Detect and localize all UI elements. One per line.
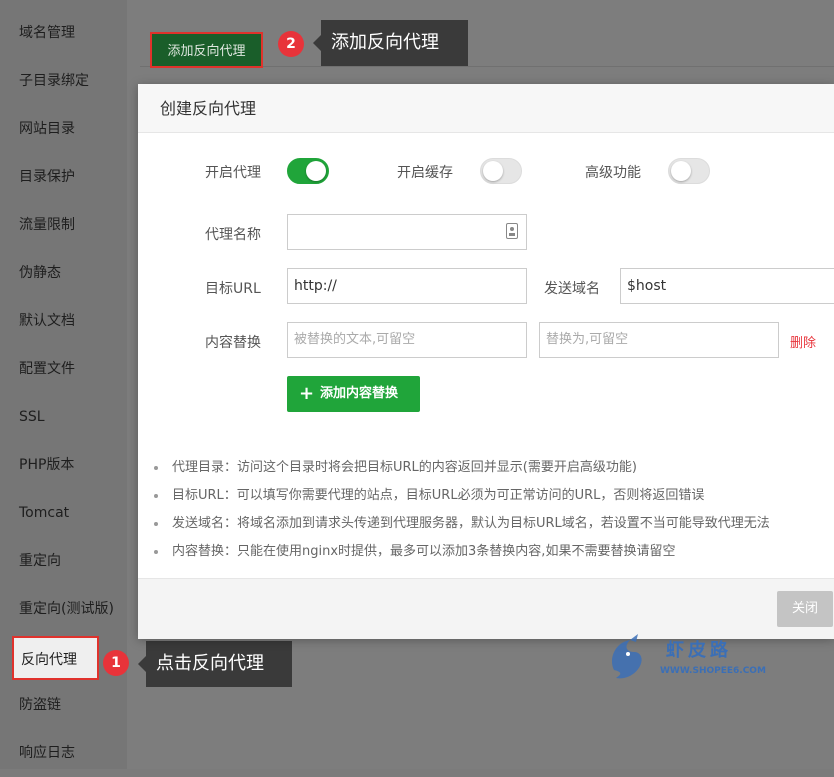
- sidebar-item-subdir[interactable]: 子目录绑定: [0, 57, 127, 105]
- step-1-tooltip: 点击反向代理: [138, 641, 292, 687]
- advanced-toggle[interactable]: [668, 158, 710, 184]
- add-content-replace-button[interactable]: + 添加内容替换: [287, 376, 420, 412]
- note-text: 代理目录：访问这个目录时将会把目标URL的内容返回并显示(需要开启高级功能): [172, 460, 637, 475]
- plus-icon: +: [299, 383, 315, 404]
- step-2-tooltip: 添加反向代理: [313, 20, 468, 66]
- sidebar-item-redirect-beta[interactable]: 重定向(测试版): [0, 585, 127, 633]
- enable-proxy-label: 开启代理: [205, 165, 261, 181]
- target-url-label: 目标URL: [205, 281, 261, 297]
- target-url-input[interactable]: http://: [287, 268, 527, 304]
- close-button[interactable]: 关闭: [777, 591, 833, 627]
- proxy-name-input[interactable]: [287, 214, 527, 250]
- toggle-knob: [306, 161, 326, 181]
- bullet-icon: [154, 493, 158, 498]
- id-card-icon: [506, 223, 518, 239]
- enable-proxy-toggle[interactable]: [287, 158, 329, 184]
- dialog-title: 创建反向代理: [160, 99, 257, 118]
- watermark-name: 虾皮路: [666, 640, 732, 661]
- sidebar-item-reverse-proxy[interactable]: 反向代理: [12, 636, 99, 680]
- send-domain-input[interactable]: $host: [620, 268, 834, 304]
- note-item: 发送域名：将域名添加到请求头传递到代理服务器，默认为目标URL域名，若设置不当可…: [154, 510, 770, 538]
- add-content-replace-label: 添加内容替换: [320, 386, 399, 401]
- sidebar-item-ssl[interactable]: SSL: [0, 393, 127, 441]
- sidebar-item-php-version[interactable]: PHP版本: [0, 441, 127, 489]
- bullet-icon: [154, 549, 158, 554]
- toggle-knob: [671, 161, 691, 181]
- bullet-icon: [154, 521, 158, 526]
- toggle-knob: [483, 161, 503, 181]
- note-text: 目标URL：可以填写你需要代理的站点，目标URL必须为可正常访问的URL，否则将…: [172, 488, 705, 503]
- note-item: 内容替换：只能在使用nginx时提供，最多可以添加3条替换内容,如果不需要替换请…: [154, 538, 675, 566]
- replace-from-input[interactable]: 被替换的文本,可留空: [287, 322, 527, 358]
- note-text: 发送域名：将域名添加到请求头传递到代理服务器，默认为目标URL域名，若设置不当可…: [172, 516, 770, 531]
- delete-replace-link[interactable]: 删除: [790, 332, 816, 351]
- sidebar-item-redirect[interactable]: 重定向: [0, 537, 127, 585]
- sidebar-item-domain[interactable]: 域名管理: [0, 9, 127, 57]
- sidebar-item-tomcat[interactable]: Tomcat: [0, 489, 127, 537]
- watermark-url: WWW.SHOPEE6.COM: [660, 666, 766, 676]
- sidebar-item-rewrite[interactable]: 伪静态: [0, 249, 127, 297]
- step-1-badge: 1: [103, 650, 129, 676]
- enable-cache-label: 开启缓存: [397, 165, 453, 181]
- sidebar-item-config-file[interactable]: 配置文件: [0, 345, 127, 393]
- step-2-badge: 2: [278, 31, 304, 57]
- replace-to-input[interactable]: 替换为,可留空: [539, 322, 779, 358]
- enable-cache-toggle[interactable]: [480, 158, 522, 184]
- bullet-icon: [154, 465, 158, 470]
- dialog-header: 创建反向代理: [138, 84, 834, 133]
- sidebar-item-traffic-limit[interactable]: 流量限制: [0, 201, 127, 249]
- sidebar-item-site-dir[interactable]: 网站目录: [0, 105, 127, 153]
- add-reverse-proxy-button[interactable]: 添加反向代理: [150, 32, 263, 68]
- shopee6-watermark: 虾皮路 WWW.SHOPEE6.COM: [604, 630, 766, 690]
- note-item: 代理目录：访问这个目录时将会把目标URL的内容返回并显示(需要开启高级功能): [154, 454, 637, 482]
- sidebar-item-default-doc[interactable]: 默认文档: [0, 297, 127, 345]
- sidebar-item-response-log[interactable]: 响应日志: [0, 729, 127, 777]
- create-reverse-proxy-dialog: 创建反向代理 开启代理 开启缓存 高级功能 代理名称 目标URL http://…: [138, 84, 834, 639]
- advanced-label: 高级功能: [585, 165, 641, 181]
- proxy-name-label: 代理名称: [205, 227, 261, 243]
- content-replace-label: 内容替换: [205, 335, 261, 351]
- note-text: 内容替换：只能在使用nginx时提供，最多可以添加3条替换内容,如果不需要替换请…: [172, 544, 676, 559]
- sidebar-item-dir-protect[interactable]: 目录保护: [0, 153, 127, 201]
- sidebar-item-hotlink[interactable]: 防盗链: [0, 681, 127, 729]
- note-item: 目标URL：可以填写你需要代理的站点，目标URL必须为可正常访问的URL，否则将…: [154, 482, 704, 510]
- send-domain-label: 发送域名: [544, 281, 600, 297]
